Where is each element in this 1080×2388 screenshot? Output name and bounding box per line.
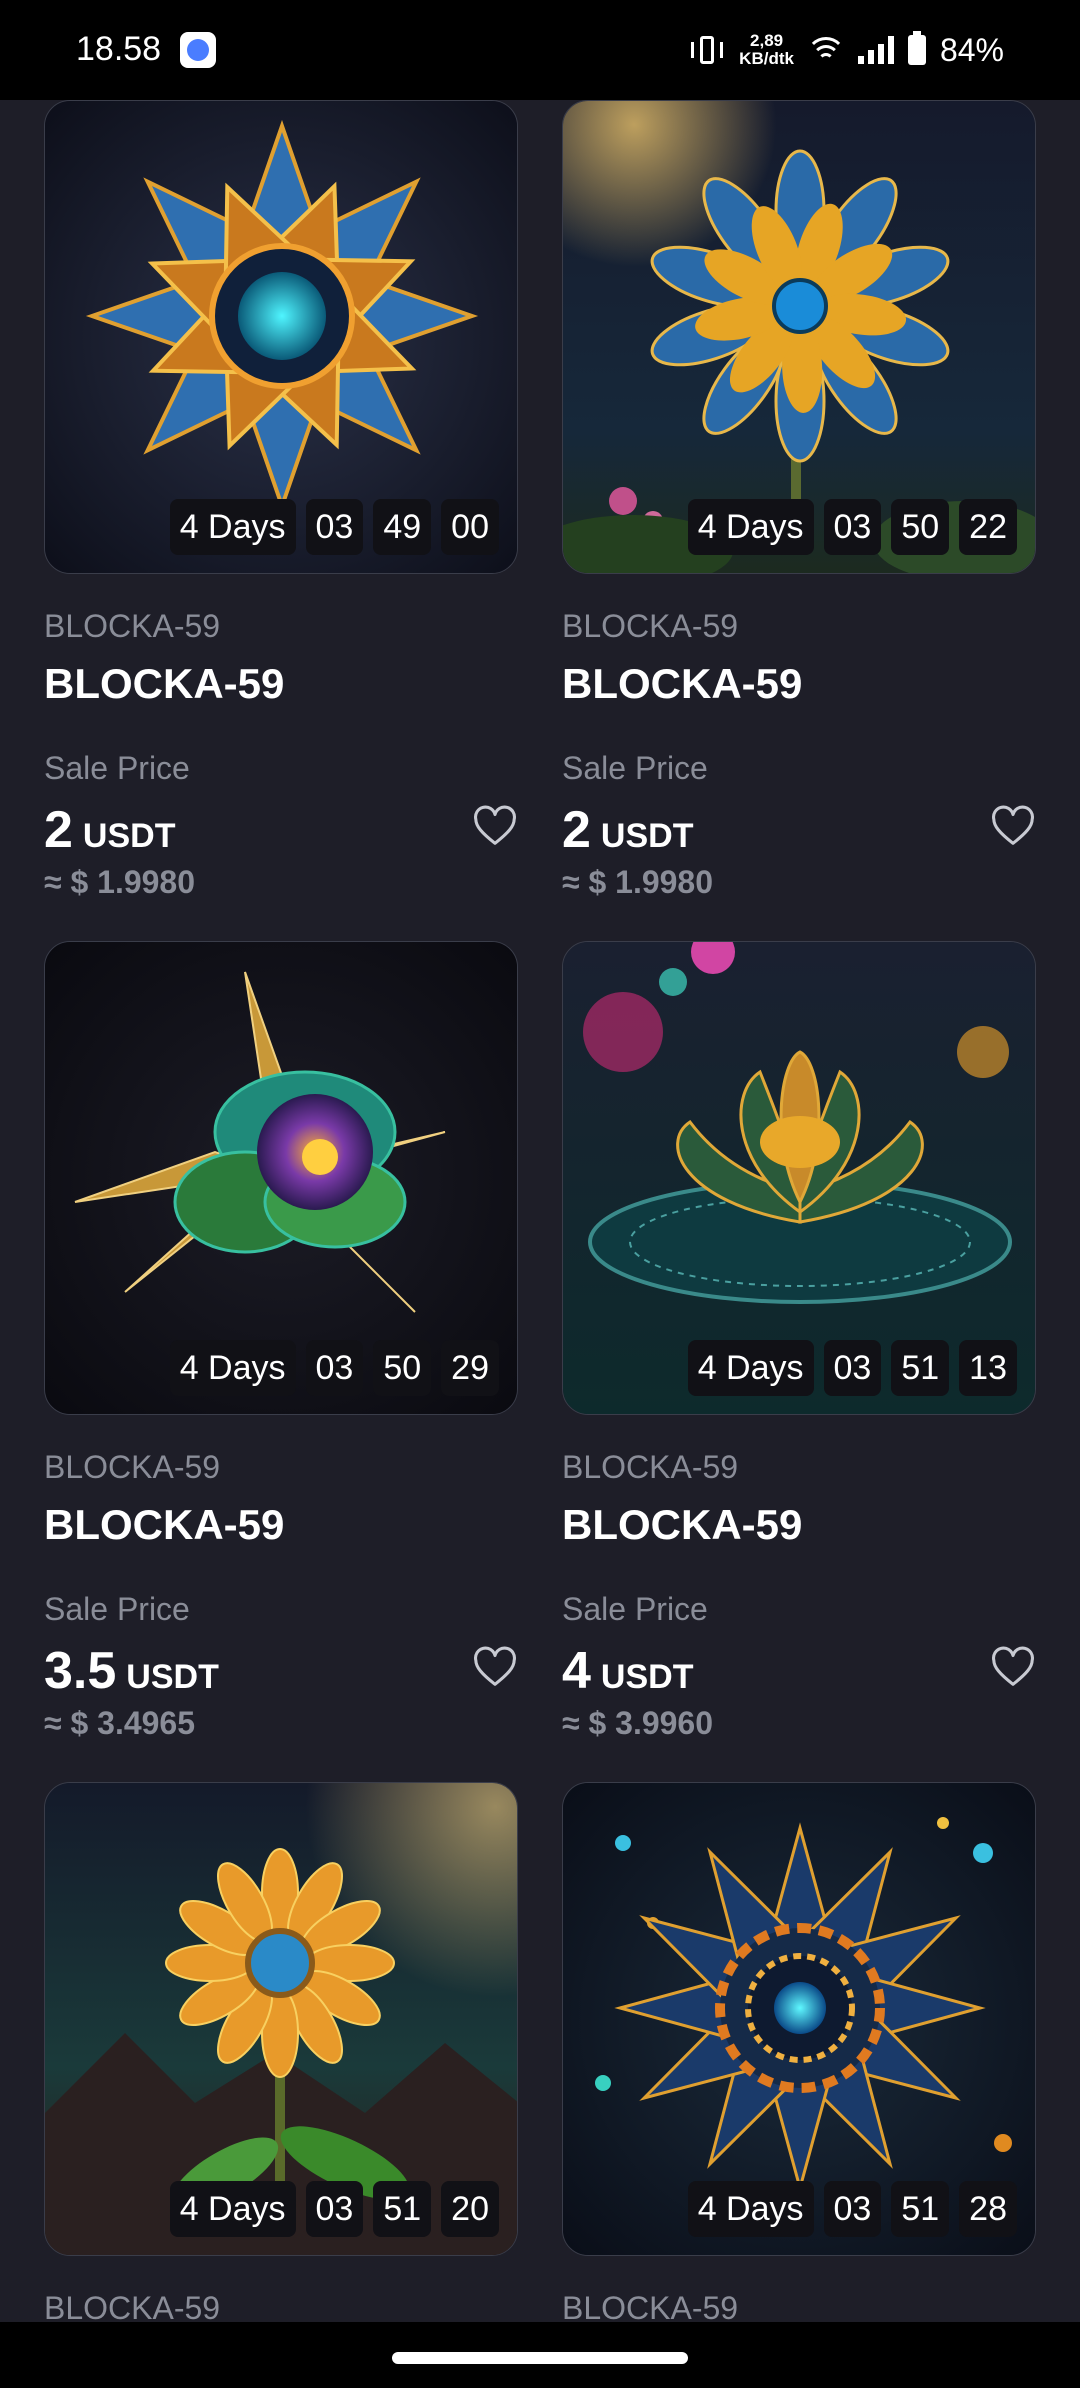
price-amount: 2 [562, 801, 591, 859]
timer-seconds: 28 [959, 2181, 1017, 2237]
timer-hours: 03 [823, 1340, 882, 1396]
nft-image[interactable]: 4 Days 03 50 22 [562, 100, 1036, 574]
price-amount: 3.5 [44, 1642, 117, 1700]
usd-equivalent: ≈ $ 1.9980 [562, 864, 714, 900]
timer-days: 4 Days [687, 1340, 814, 1396]
timer-hours: 03 [305, 499, 364, 555]
price-currency: USDT [600, 817, 694, 855]
price: 3.5 USDT [44, 1641, 219, 1701]
nft-image[interactable]: 4 Days 03 51 20 [44, 1782, 518, 2256]
battery-percent: 84% [939, 31, 1004, 68]
timer-hours: 03 [305, 1340, 364, 1396]
price: 2 USDT [44, 800, 175, 860]
app-notification-icon [180, 32, 216, 68]
favorite-heart-icon[interactable] [990, 804, 1036, 850]
timer-seconds: 29 [441, 1340, 499, 1396]
collection-name: BLOCKA-59 [44, 1449, 221, 1485]
timer-hours: 03 [823, 499, 882, 555]
countdown-timer: 4 Days 03 51 13 [687, 1340, 1017, 1396]
timer-days: 4 Days [169, 499, 296, 555]
favorite-heart-icon[interactable] [472, 1645, 518, 1691]
sale-price-label: Sale Price [562, 1591, 708, 1627]
price-currency: USDT [600, 1658, 694, 1696]
timer-days: 4 Days [169, 1340, 296, 1396]
timer-seconds: 00 [441, 499, 499, 555]
timer-days: 4 Days [169, 2181, 296, 2237]
favorite-heart-icon[interactable] [472, 804, 518, 850]
network-speed-value: 2,89 [750, 31, 784, 50]
nft-title[interactable]: BLOCKA-59 [562, 660, 802, 708]
countdown-timer: 4 Days 03 51 20 [169, 2181, 499, 2237]
favorite-heart-icon[interactable] [990, 1645, 1036, 1691]
status-bar: 18.58 2,89 KB/dtk 84% [0, 0, 1080, 100]
nft-image[interactable]: 4 Days 03 51 13 [562, 941, 1036, 1415]
collection-name: BLOCKA-59 [562, 1449, 739, 1485]
system-navigation-bar [0, 2322, 1080, 2388]
sale-price-label: Sale Price [44, 1591, 190, 1627]
timer-days: 4 Days [687, 2181, 814, 2237]
status-indicators: 2,89 KB/dtk 84% [689, 26, 1004, 74]
timer-minutes: 49 [373, 499, 432, 555]
sale-price-label: Sale Price [562, 750, 708, 786]
timer-seconds: 20 [441, 2181, 499, 2237]
timer-seconds: 13 [959, 1340, 1017, 1396]
price-currency: USDT [126, 1658, 219, 1696]
price: 4 USDT [562, 1641, 693, 1701]
nft-title[interactable]: BLOCKA-59 [562, 1501, 802, 1549]
price-amount: 2 [44, 801, 73, 859]
timer-hours: 03 [823, 2181, 882, 2237]
price-amount: 4 [562, 1642, 591, 1700]
price: 2 USDT [562, 800, 693, 860]
sale-price-label: Sale Price [44, 750, 190, 786]
status-time: 18.58 [76, 30, 162, 68]
timer-minutes: 50 [891, 499, 950, 555]
timer-hours: 03 [305, 2181, 364, 2237]
usd-equivalent: ≈ $ 3.4965 [44, 1705, 196, 1741]
network-speed: 2,89 KB/dtk [739, 32, 794, 68]
nft-title[interactable]: BLOCKA-59 [44, 660, 284, 708]
home-indicator[interactable] [392, 2352, 688, 2364]
nft-image[interactable]: 4 Days 03 51 28 [562, 1782, 1036, 2256]
nft-title[interactable]: BLOCKA-59 [44, 1501, 284, 1549]
collection-name: BLOCKA-59 [44, 608, 221, 644]
timer-seconds: 22 [959, 499, 1017, 555]
countdown-timer: 4 Days 03 51 28 [687, 2181, 1017, 2237]
nft-image[interactable]: 4 Days 03 49 00 [44, 100, 518, 574]
vibrate-icon [689, 32, 725, 68]
wifi-icon [807, 35, 844, 65]
countdown-timer: 4 Days 03 50 29 [169, 1340, 499, 1396]
collection-name: BLOCKA-59 [562, 608, 739, 644]
nft-image[interactable]: 4 Days 03 50 29 [44, 941, 518, 1415]
usd-equivalent: ≈ $ 1.9980 [44, 864, 196, 900]
price-currency: USDT [82, 817, 176, 855]
timer-days: 4 Days [687, 499, 814, 555]
battery-icon [907, 31, 926, 65]
timer-minutes: 51 [373, 2181, 432, 2237]
usd-equivalent: ≈ $ 3.9960 [562, 1705, 714, 1741]
countdown-timer: 4 Days 03 49 00 [169, 499, 499, 555]
timer-minutes: 51 [891, 1340, 950, 1396]
timer-minutes: 50 [373, 1340, 432, 1396]
signal-icon [857, 36, 894, 64]
network-speed-unit: KB/dtk [739, 49, 794, 68]
countdown-timer: 4 Days 03 50 22 [687, 499, 1017, 555]
timer-minutes: 51 [891, 2181, 950, 2237]
